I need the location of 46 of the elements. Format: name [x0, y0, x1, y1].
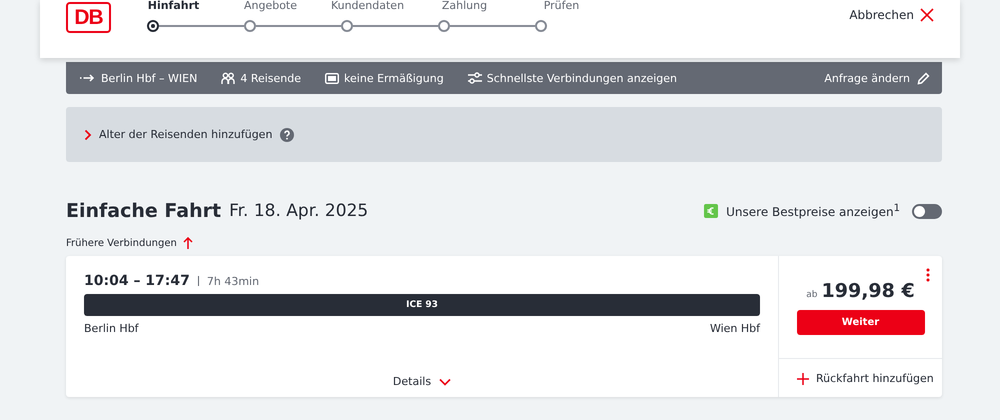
card-icon: [325, 72, 340, 84]
step-label: Angebote: [242, 0, 298, 14]
price: 199,98 €: [822, 280, 915, 302]
summary-item[interactable]: Schnellste Verbindungen anzeigen: [468, 72, 678, 84]
close-icon: [920, 8, 934, 22]
pencil-icon: [917, 72, 930, 84]
step-marker[interactable]: [535, 20, 547, 32]
people-icon: [221, 72, 236, 84]
cancel-button[interactable]: Abbrechen: [849, 8, 934, 22]
step-label: Zahlung: [440, 0, 488, 14]
edit-request-button[interactable]: Anfrage ändern: [824, 72, 930, 84]
step-marker[interactable]: [147, 20, 159, 32]
page-title: Einfache Fahrt: [66, 200, 222, 222]
summary-item[interactable]: 4 Reisende: [221, 72, 302, 84]
duration: 7h 43min: [206, 274, 260, 288]
destination-station: Wien Hbf: [710, 322, 760, 335]
euro-icon: [704, 204, 718, 218]
step-marker[interactable]: [244, 20, 256, 32]
departure-arrival-times: 10:04 – 17:47: [84, 273, 190, 289]
details-button[interactable]: Details: [392, 375, 452, 388]
price-prefix: ab: [806, 290, 818, 300]
db-logo[interactable]: DB: [66, 2, 111, 33]
add-age-toggle[interactable]: Alter der Reisenden hinzufügen: [84, 128, 272, 141]
step-label: Hinfahrt: [146, 0, 200, 14]
summary-item[interactable]: Berlin Hbf – WIEN: [80, 72, 198, 84]
step-marker[interactable]: [438, 20, 450, 32]
help-icon[interactable]: [280, 128, 294, 142]
step-label: Kundendaten: [330, 0, 406, 14]
best-price-toggle[interactable]: [912, 204, 942, 218]
summary-item[interactable]: keine Ermäßigung: [325, 72, 444, 84]
train-bar: ICE 93: [84, 294, 760, 316]
step-marker[interactable]: [341, 20, 353, 32]
origin-station: Berlin Hbf: [84, 322, 139, 335]
sliders-icon: [468, 72, 482, 84]
up-arrow-icon: [182, 237, 193, 249]
travel-date: Fr. 18. Apr. 2025: [229, 201, 368, 221]
best-price-label: Unsere Bestpreise anzeigen$^{1}$: [726, 203, 900, 219]
arrow-icon: [80, 73, 96, 83]
chevron-down-icon: [439, 378, 452, 386]
continue-button[interactable]: Weiter: [796, 310, 924, 335]
earlier-connections-link[interactable]: Frühere Verbindungen: [66, 237, 193, 249]
chevron-icon: [84, 128, 92, 140]
more-icon[interactable]: [926, 268, 930, 282]
add-return-button[interactable]: Rückfahrt hinzufügen: [797, 372, 942, 385]
plus-icon: [797, 372, 809, 384]
step-label: Prüfen: [542, 0, 580, 14]
